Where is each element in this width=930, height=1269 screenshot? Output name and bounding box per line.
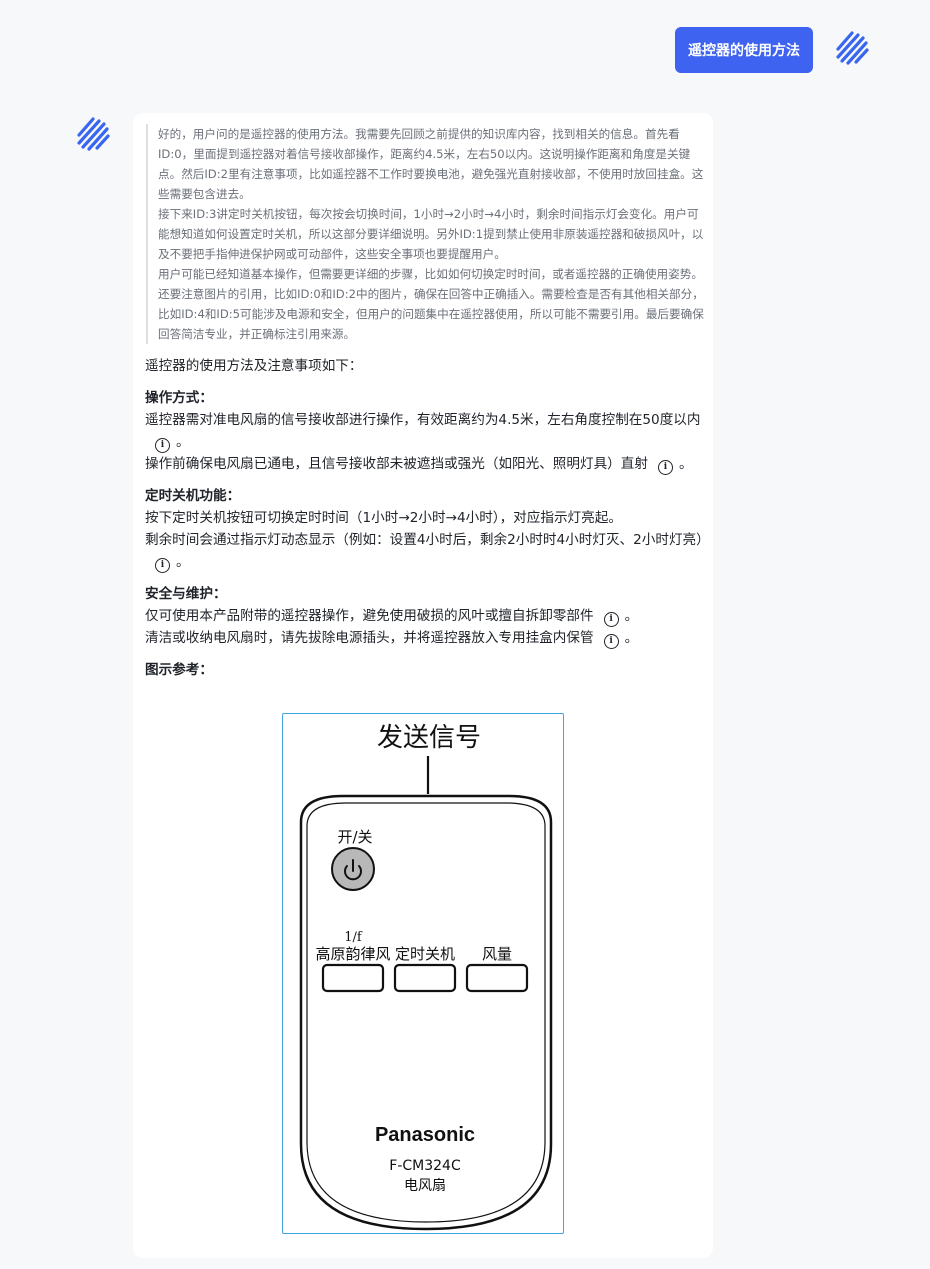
button3-label: 风量 (482, 945, 512, 963)
section-line: 仅可使用本产品附带的遥控器操作，避免使用破损的风叶或擅自拆卸零部件 i。 (145, 605, 705, 627)
section-line: 清洁或收纳电风扇时，请先拔除电源插头，并将遥控器放入专用挂盒内保管 i。 (145, 627, 705, 649)
thinking-paragraph: 好的，用户问的是遥控器的使用方法。我需要先回顾之前提供的知识库内容，找到相关的信… (158, 127, 704, 201)
citation-icon[interactable]: i (603, 634, 619, 649)
remote-control-figure[interactable]: 发送信号 开/关 1/f 高原韵律风 定时关机 风量 Panasonic F-C… (282, 713, 564, 1234)
signal-label: 发送信号 (377, 723, 481, 753)
user-message-bubble: 遥控器的使用方法 (675, 27, 813, 73)
button1-label-top: 1/f (344, 930, 363, 945)
timer-off-button (393, 963, 457, 993)
figure-heading: 图示参考： (145, 662, 213, 678)
button2-label: 定时关机 (395, 945, 455, 963)
fan-speed-button (465, 963, 529, 993)
thinking-paragraph: 接下来ID:3讲定时关机按钮，每次按会切换时间，1小时→2小时→4小时，剩余时间… (158, 207, 704, 261)
citation-icon[interactable]: i (155, 438, 170, 453)
button1-label: 高原韵律风 (315, 945, 390, 963)
thinking-block: 好的，用户问的是遥控器的使用方法。我需要先回顾之前提供的知识库内容，找到相关的信… (146, 124, 706, 344)
citation-icon[interactable]: i (603, 612, 619, 627)
section-heading: 安全与维护： (145, 586, 227, 602)
section-heading: 操作方式： (145, 390, 213, 406)
section-line: 遥控器需对准电风扇的信号接收部进行操作，有效距离约为4.5米，左右角度控制在50… (145, 409, 705, 453)
user-message-text: 遥控器的使用方法 (688, 43, 800, 59)
thinking-paragraph: 用户可能已经知道基本操作，但需要更详细的步骤，比如如何切换定时时间，或者遥控器的… (158, 267, 704, 341)
product-label: 电风扇 (404, 1178, 446, 1194)
model-label: F-CM324C (389, 1158, 461, 1174)
citation-icon[interactable]: i (155, 558, 170, 573)
brand-logo: Panasonic (375, 1124, 475, 1146)
section-line: 操作前确保电风扇已通电，且信号接收部未被遮挡或强光（如阳光、照明灯具）直射 i。 (145, 453, 705, 475)
section-heading: 定时关机功能： (145, 488, 241, 504)
citation-icon[interactable]: i (657, 460, 673, 475)
answer-intro: 遥控器的使用方法及注意事项如下： (145, 358, 363, 374)
high-rhythm-wind-button (321, 963, 385, 993)
section-line: 剩余时间会通过指示灯动态显示（例如：设置4小时后，剩余2小时时4小时灯灭、2小时… (145, 529, 710, 573)
user-avatar-icon (836, 31, 869, 65)
assistant-avatar-icon (77, 117, 110, 151)
power-label: 开/关 (337, 828, 372, 846)
answer-content: 遥控器的使用方法及注意事项如下： 操作方式： 遥控器需对准电风扇的信号接收部进行… (145, 355, 710, 681)
section-line: 按下定时关机按钮可切换定时时间（1小时→2小时→4小时），对应指示灯亮起。 (145, 510, 622, 526)
remote-control-illustration: 发送信号 开/关 1/f 高原韵律风 定时关机 风量 Panasonic F-C… (299, 723, 553, 1231)
